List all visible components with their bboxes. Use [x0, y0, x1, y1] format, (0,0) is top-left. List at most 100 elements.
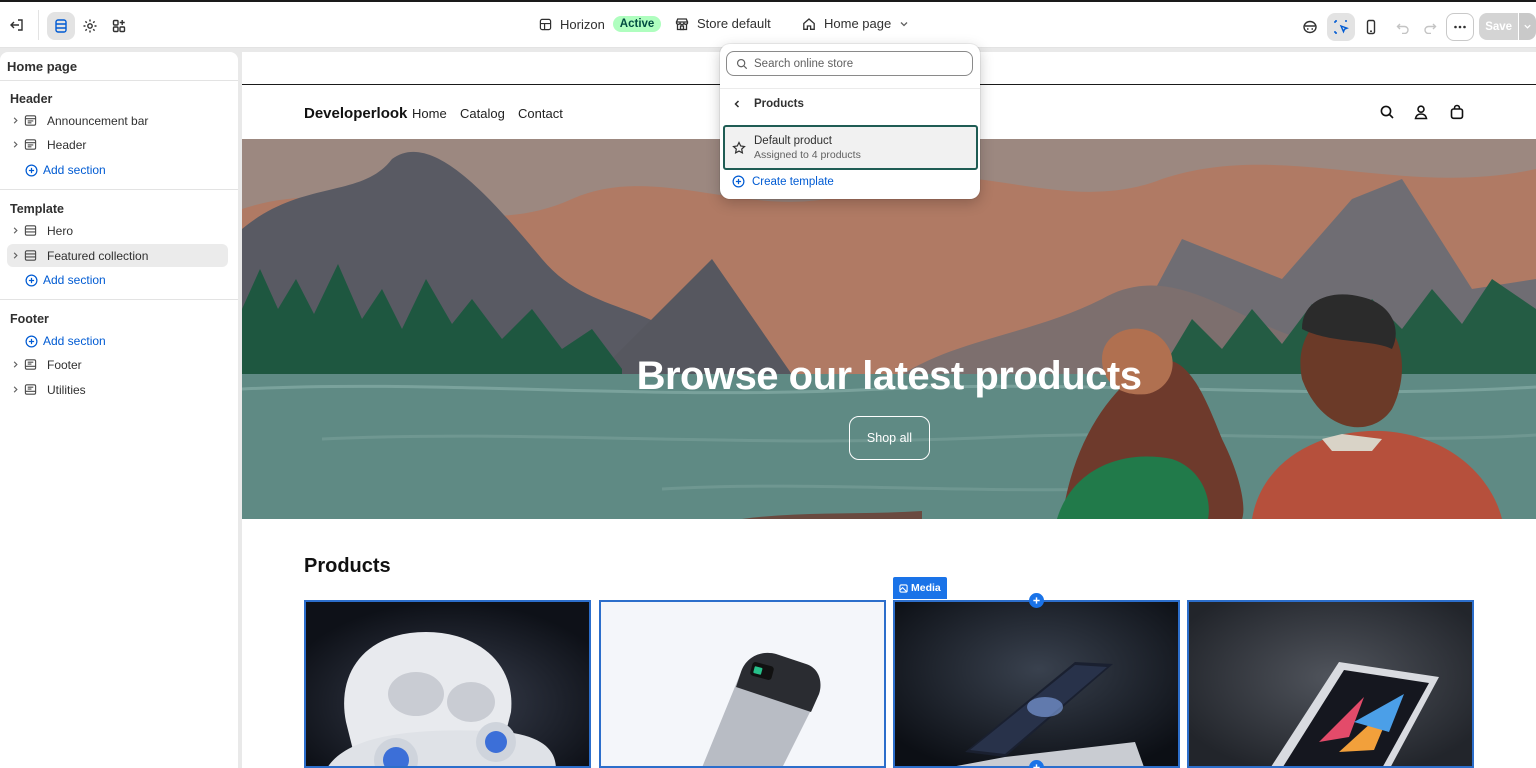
- template-option-default-product[interactable]: Default product Assigned to 4 products: [723, 125, 978, 170]
- add-section-label: Add section: [43, 163, 106, 177]
- store-icon: [675, 17, 689, 30]
- section-icon: [24, 224, 44, 237]
- plus-circle-icon: [25, 274, 38, 286]
- nav-link-catalog[interactable]: Catalog: [460, 106, 505, 121]
- editor-topbar: Horizon Active Store default Home page S…: [0, 0, 1536, 48]
- sidebar-item-header[interactable]: Header: [7, 133, 228, 156]
- search-icon: [736, 58, 748, 69]
- add-section-template-button[interactable]: Add section: [25, 273, 106, 287]
- media-icon: [899, 583, 908, 593]
- chevron-right-icon[interactable]: [7, 116, 23, 125]
- account-icon[interactable]: [1413, 104, 1429, 120]
- media-tag-label: Media: [911, 582, 941, 594]
- products-heading: Products: [304, 555, 391, 577]
- template-selector-popover: Products Default product Assigned to 4 p…: [720, 44, 980, 199]
- media-block-tag[interactable]: Media: [893, 577, 947, 599]
- redo-icon[interactable]: [1416, 13, 1444, 41]
- power-bank-image: [601, 602, 884, 766]
- footer-section-icon: [24, 358, 44, 371]
- shop-all-button[interactable]: Shop all: [849, 416, 930, 460]
- add-section-label: Add section: [43, 334, 106, 348]
- template-name: Default product: [754, 134, 832, 147]
- sidebar-item-hero[interactable]: Hero: [7, 219, 228, 242]
- sidebar-item-label: Utilities: [47, 382, 86, 397]
- home-icon: [803, 17, 815, 30]
- back-to-products-button[interactable]: Products: [732, 98, 804, 110]
- sidebar-item-label: Announcement bar: [47, 113, 149, 128]
- section-icon: [24, 138, 44, 151]
- sidebar-item-label: Featured collection: [47, 248, 149, 263]
- search-online-store-input[interactable]: [754, 57, 954, 70]
- chevron-down-icon: [900, 21, 908, 26]
- page-selector-label: Home page: [824, 16, 892, 31]
- chevron-left-icon: [734, 100, 740, 108]
- theme-status-badge: Active: [612, 16, 662, 32]
- save-options-chevron-icon[interactable]: [1519, 13, 1536, 40]
- tablet-image: [1189, 602, 1472, 766]
- store-brand[interactable]: Developerlook: [304, 105, 407, 122]
- chevron-right-icon[interactable]: [7, 360, 23, 369]
- plus-circle-icon: [25, 164, 38, 176]
- apps-icon[interactable]: [105, 12, 133, 40]
- chevron-right-icon[interactable]: [7, 251, 23, 260]
- create-template-label: Create template: [752, 175, 834, 188]
- store-label: Store default: [697, 16, 771, 31]
- theme-selector[interactable]: Horizon Active: [539, 16, 662, 32]
- popover-divider: [720, 88, 980, 89]
- select-cursor-icon[interactable]: [1327, 13, 1355, 41]
- search-online-store-field[interactable]: [726, 51, 973, 76]
- more-actions-icon[interactable]: [1446, 13, 1474, 41]
- product-card-tablet[interactable]: [1187, 600, 1474, 768]
- star-icon: [732, 140, 746, 155]
- chevron-right-icon[interactable]: [7, 226, 23, 235]
- sections-sidebar: Home page Header Announcement bar Header…: [0, 52, 238, 768]
- plus-circle-icon: [25, 335, 38, 347]
- search-icon[interactable]: [1379, 104, 1395, 120]
- add-section-header-button[interactable]: Add section: [25, 163, 106, 177]
- sidebar-item-featured-collection[interactable]: Featured collection: [7, 244, 228, 267]
- earbuds-image: [306, 602, 589, 766]
- back-label: Products: [754, 98, 804, 110]
- plus-circle-icon: [732, 175, 745, 188]
- exit-icon[interactable]: [3, 11, 31, 39]
- template-assignment: Assigned to 4 products: [754, 148, 861, 161]
- section-icon: [24, 114, 44, 127]
- cart-icon[interactable]: [1449, 104, 1465, 120]
- group-heading-header: Header: [10, 92, 53, 106]
- sidebar-item-footer[interactable]: Footer: [7, 353, 228, 376]
- sections-icon[interactable]: [47, 12, 75, 40]
- chevron-right-icon[interactable]: [7, 385, 23, 394]
- sidebar-item-announcement-bar[interactable]: Announcement bar: [7, 109, 228, 132]
- section-icon: [24, 249, 44, 262]
- sidebar-item-utilities[interactable]: Utilities: [7, 378, 228, 401]
- product-card-laptop[interactable]: [893, 600, 1180, 768]
- group-heading-footer: Footer: [10, 312, 49, 326]
- footer-section-icon: [24, 383, 44, 396]
- add-section-footer-button[interactable]: Add section: [25, 334, 106, 348]
- add-block-plus-icon[interactable]: [1029, 760, 1044, 768]
- product-card-earbuds[interactable]: [304, 600, 591, 768]
- chevron-right-icon[interactable]: [7, 140, 23, 149]
- nav-link-contact[interactable]: Contact: [518, 106, 563, 121]
- theme-name: Horizon: [560, 16, 605, 32]
- inspector-icon[interactable]: [1296, 13, 1324, 41]
- page-selector[interactable]: Home page: [802, 16, 909, 31]
- topbar-divider: [38, 10, 39, 40]
- save-button-group: Save: [1479, 13, 1536, 40]
- sidebar-item-label: Header: [47, 137, 87, 152]
- store-selector[interactable]: Store default: [675, 16, 771, 31]
- sidebar-divider: [0, 299, 238, 300]
- sidebar-item-label: Footer: [47, 357, 82, 372]
- sidebar-divider: [0, 80, 238, 81]
- add-block-plus-icon[interactable]: [1029, 593, 1044, 608]
- product-card-power-bank[interactable]: [599, 600, 886, 768]
- mobile-preview-icon[interactable]: [1357, 13, 1385, 41]
- nav-link-home[interactable]: Home: [412, 106, 447, 121]
- settings-gear-icon[interactable]: [76, 12, 104, 40]
- create-template-button[interactable]: Create template: [732, 175, 834, 188]
- save-button[interactable]: Save: [1479, 13, 1519, 40]
- hero-title: Browse our latest products: [636, 354, 1142, 398]
- theme-layout-icon: [539, 18, 552, 30]
- group-heading-template: Template: [10, 202, 64, 216]
- undo-icon[interactable]: [1389, 13, 1417, 41]
